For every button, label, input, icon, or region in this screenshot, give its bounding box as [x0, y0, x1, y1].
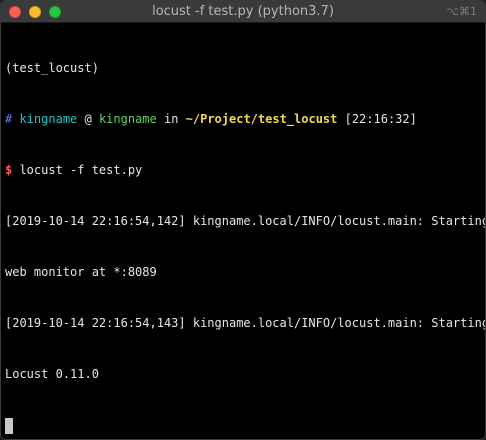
prompt-user: kingname: [19, 112, 78, 126]
prompt-path: ~/Project/test_locust: [185, 112, 338, 126]
terminal-window: locust -f test.py (python3.7) ⌥⌘1 (test_…: [0, 0, 486, 440]
window-title: locust -f test.py (python3.7): [152, 4, 334, 19]
command-text: locust -f test.py: [12, 163, 143, 177]
output-line: web monitor at *:8089: [5, 265, 157, 279]
title-bar[interactable]: locust -f test.py (python3.7) ⌥⌘1: [1, 1, 485, 23]
env-line: (test_locust): [5, 61, 99, 75]
text-cursor: [5, 418, 13, 434]
terminal-output-area[interactable]: (test_locust) # kingname @ kingname in ~…: [5, 26, 486, 435]
command-line: $ locust -f test.py: [5, 162, 481, 179]
prompt-line: # kingname @ kingname in ~/Project/test_…: [5, 111, 481, 128]
output-line: Locust 0.11.0: [5, 367, 99, 381]
cursor-line: [5, 417, 481, 434]
prompt-hash: #: [5, 112, 13, 126]
output-line: [2019-10-14 22:16:54,142] kingname.local…: [5, 214, 486, 228]
prompt-host: kingname: [98, 112, 157, 126]
window-shortcut-label: ⌥⌘1: [446, 5, 477, 18]
prompt-at: @: [77, 112, 99, 126]
prompt-in: in: [156, 112, 186, 126]
prompt-time: [22:16:32]: [337, 112, 417, 126]
output-line: [2019-10-14 22:16:54,143] kingname.local…: [5, 316, 486, 330]
